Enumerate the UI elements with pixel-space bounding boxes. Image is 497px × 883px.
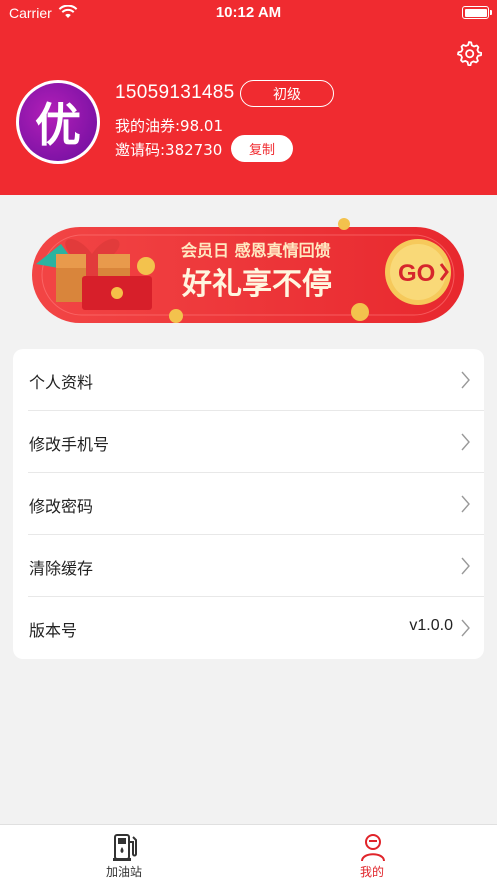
- version-value: v1.0.0: [409, 617, 453, 634]
- tab-label: 我的: [359, 865, 384, 879]
- chevron-right-icon: [461, 619, 470, 637]
- coupon-balance: 我的油券:98.01: [115, 117, 223, 135]
- tab-gas-station[interactable]: 加油站: [0, 825, 248, 883]
- chevron-right-icon: [461, 495, 470, 513]
- invite-code: 邀请码:382730: [115, 141, 223, 159]
- chevron-right-icon: [461, 433, 470, 451]
- promo-banner[interactable]: 会员日 感恩真情回馈 好礼享不停 GO: [26, 214, 472, 330]
- user-icon: [361, 834, 385, 862]
- member-level-badge: 初级: [240, 80, 334, 107]
- menu-item-label: 清除缓存: [29, 559, 94, 578]
- chevron-right-icon: [461, 371, 470, 389]
- chevron-right-icon: [461, 557, 470, 575]
- menu-item-label: 版本号: [29, 621, 78, 640]
- tab-mine[interactable]: 我的: [248, 825, 496, 883]
- phone-number: 15059131485: [115, 82, 235, 103]
- menu-item-change-phone[interactable]: 修改手机号: [13, 411, 484, 473]
- tab-bar: 加油站 我的: [0, 824, 497, 883]
- avatar-logo-glyph: 优: [35, 98, 81, 152]
- banner-title: 好礼享不停: [181, 267, 332, 302]
- battery-icon: [462, 6, 489, 19]
- status-bar: Carrier 10:12 AM: [0, 0, 497, 26]
- banner-subtitle: 会员日 感恩真情回馈: [181, 241, 331, 260]
- gear-icon[interactable]: [456, 40, 482, 66]
- menu-item-label: 修改密码: [29, 497, 94, 516]
- go-button[interactable]: GO: [385, 239, 451, 305]
- menu-item-version[interactable]: 版本号 v1.0.0: [13, 597, 484, 659]
- menu-item-label: 修改手机号: [29, 435, 110, 454]
- menu-item-change-password[interactable]: 修改密码: [13, 473, 484, 535]
- settings-menu: 个人资料 修改手机号 修改密码 清除缓存 版本号 v1.0.0: [13, 349, 484, 659]
- menu-item-clear-cache[interactable]: 清除缓存: [13, 535, 484, 597]
- battery-cap: [490, 10, 492, 15]
- gas-pump-icon: [113, 834, 137, 861]
- copy-button[interactable]: 复制: [231, 135, 293, 162]
- tab-label: 加油站: [105, 865, 142, 879]
- avatar-image: 优: [19, 83, 97, 161]
- avatar[interactable]: 优: [16, 80, 100, 164]
- menu-item-profile[interactable]: 个人资料: [13, 349, 484, 411]
- clock: 10:12 AM: [215, 4, 282, 21]
- menu-item-label: 个人资料: [29, 373, 94, 392]
- go-label: GO: [398, 260, 435, 287]
- profile-header: Carrier 10:12 AM 优 15059131485 初级 我的油券:9…: [0, 0, 497, 195]
